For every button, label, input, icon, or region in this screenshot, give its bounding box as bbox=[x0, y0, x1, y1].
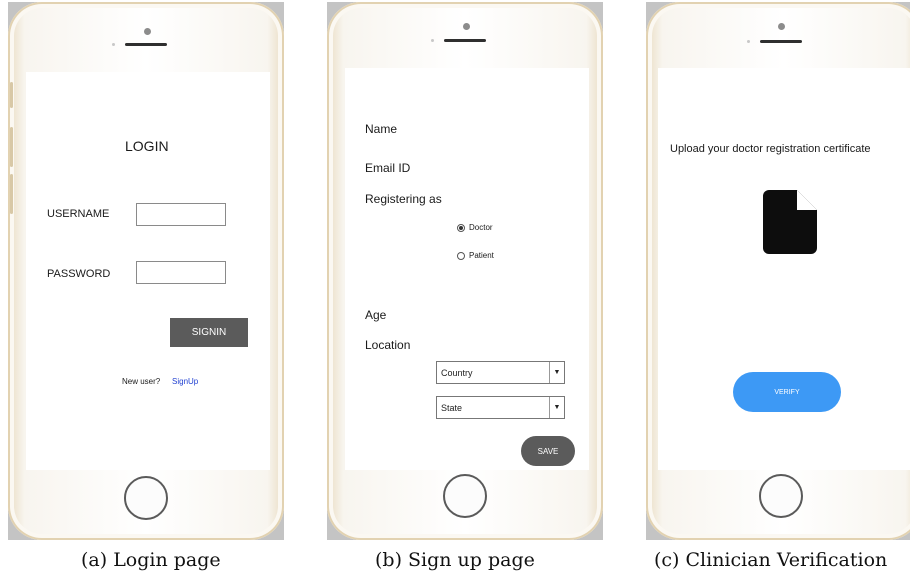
username-label: USERNAME bbox=[47, 208, 110, 220]
state-select-value: State bbox=[441, 402, 463, 413]
chevron-down-icon: ▼ bbox=[549, 397, 564, 418]
home-button bbox=[759, 474, 803, 518]
speaker bbox=[760, 40, 802, 43]
age-label: Age bbox=[365, 308, 387, 322]
email-label: Email ID bbox=[365, 161, 411, 175]
signup-screen: Name Email ID Registering as Doctor Pati… bbox=[345, 68, 589, 470]
sensor bbox=[431, 39, 434, 42]
camera bbox=[463, 23, 470, 30]
home-button bbox=[124, 476, 168, 520]
caption-login: (a) Login page bbox=[81, 549, 221, 571]
home-button bbox=[443, 474, 487, 518]
sensor bbox=[112, 43, 115, 46]
signup-link[interactable]: SignUp bbox=[172, 377, 198, 386]
caption-verify: (c) Clinician Verification bbox=[654, 549, 888, 571]
password-label: PASSWORD bbox=[47, 268, 111, 280]
signin-button[interactable]: SIGNIN bbox=[170, 318, 248, 347]
phone-signup-frame: Name Email ID Registering as Doctor Pati… bbox=[327, 2, 603, 540]
side-button bbox=[10, 127, 13, 167]
caption-signup: (b) Sign up page bbox=[375, 549, 535, 571]
login-screen: LOGIN USERNAME PASSWORD SIGNIN New user?… bbox=[26, 72, 270, 470]
upload-instruction: Upload your doctor registration certific… bbox=[670, 143, 871, 155]
phone-verify-frame: Upload your doctor registration certific… bbox=[646, 2, 910, 540]
camera bbox=[778, 23, 785, 30]
phone-login-frame: LOGIN USERNAME PASSWORD SIGNIN New user?… bbox=[8, 2, 284, 540]
radio-patient-label: Patient bbox=[469, 251, 494, 260]
username-input[interactable] bbox=[136, 203, 226, 226]
country-select-value: Country bbox=[441, 367, 473, 378]
verify-screen: Upload your doctor registration certific… bbox=[658, 68, 910, 470]
camera bbox=[144, 28, 151, 35]
save-button[interactable]: SAVE bbox=[521, 436, 575, 466]
file-icon[interactable] bbox=[763, 190, 817, 254]
state-select[interactable]: State ▼ bbox=[436, 396, 565, 419]
chevron-down-icon: ▼ bbox=[549, 362, 564, 383]
radio-patient[interactable] bbox=[457, 252, 465, 260]
new-user-text: New user? bbox=[122, 377, 161, 386]
login-title: LOGIN bbox=[125, 138, 169, 154]
radio-doctor[interactable] bbox=[457, 224, 465, 232]
registering-label: Registering as bbox=[365, 192, 442, 206]
speaker bbox=[444, 39, 486, 42]
password-input[interactable] bbox=[136, 261, 226, 284]
speaker bbox=[125, 43, 167, 46]
verify-button[interactable]: VERIFY bbox=[733, 372, 841, 412]
location-label: Location bbox=[365, 338, 411, 352]
side-button bbox=[10, 82, 13, 108]
side-button bbox=[10, 174, 13, 214]
radio-doctor-label: Doctor bbox=[469, 223, 493, 232]
sensor bbox=[747, 40, 750, 43]
country-select[interactable]: Country ▼ bbox=[436, 361, 565, 384]
name-label: Name bbox=[365, 122, 398, 136]
